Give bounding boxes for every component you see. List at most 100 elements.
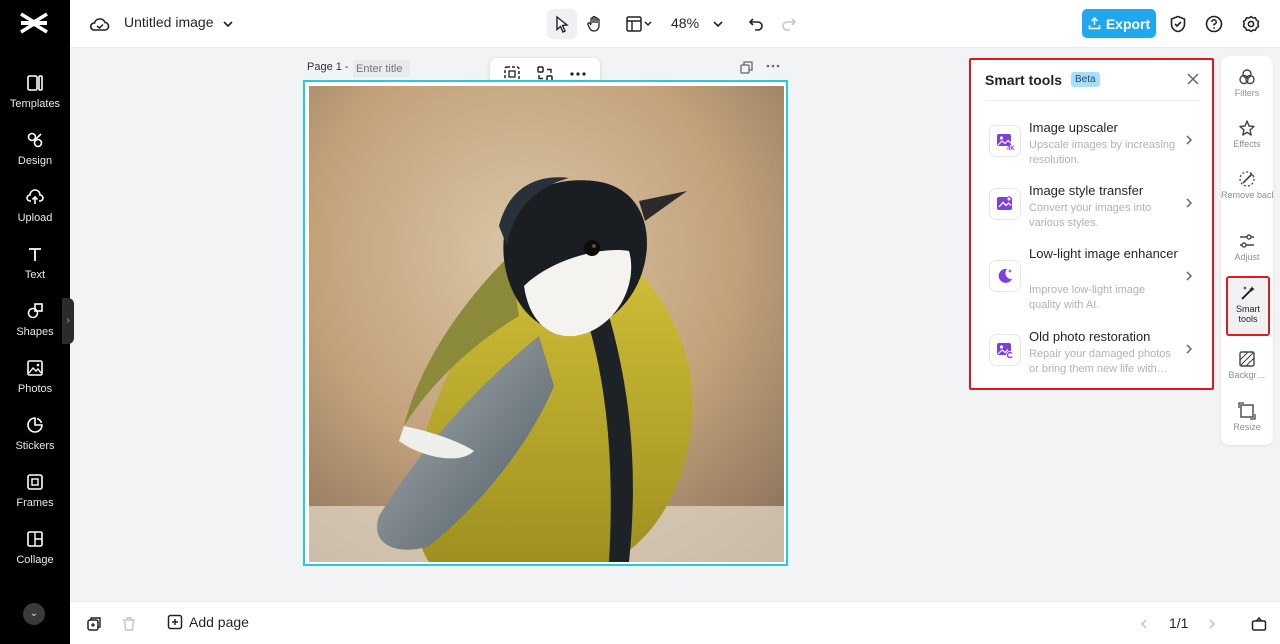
prev-page-icon[interactable] bbox=[1132, 612, 1156, 636]
smart-tools-panel: Smart tools Beta 4K Image upscaler Upsca… bbox=[969, 58, 1214, 390]
tool-desc: Convert your images into various styles. bbox=[1029, 202, 1152, 229]
moon-icon bbox=[989, 260, 1021, 292]
collage-icon bbox=[27, 531, 43, 547]
briefcase-icon[interactable] bbox=[1247, 612, 1271, 636]
right-rail: Filters Effects Remove backgr… Adjust Sm… bbox=[1221, 56, 1273, 445]
chevron-right-icon bbox=[1186, 271, 1193, 281]
style-transfer-icon bbox=[989, 188, 1021, 220]
photos-icon bbox=[27, 360, 43, 376]
layout-menu-button[interactable] bbox=[620, 9, 660, 39]
document-title[interactable]: Untitled image bbox=[124, 14, 214, 30]
undo-icon[interactable] bbox=[744, 12, 768, 36]
filters-icon bbox=[1239, 69, 1255, 85]
sidebar-item-stickers[interactable]: Stickers bbox=[0, 412, 70, 462]
redo-icon[interactable] bbox=[777, 12, 801, 36]
tool-name: Old photo restoration bbox=[1029, 329, 1151, 344]
rail-item-smart-tools[interactable]: Smart tools bbox=[1226, 276, 1270, 336]
bird-photo[interactable] bbox=[309, 86, 784, 562]
export-icon bbox=[1088, 17, 1101, 30]
tool-desc: Upscale images by increasing resolution. bbox=[1029, 139, 1176, 166]
chevron-down-icon[interactable] bbox=[216, 12, 240, 36]
capcut-logo-icon[interactable] bbox=[18, 10, 50, 36]
help-icon[interactable] bbox=[1202, 12, 1226, 36]
layout-icon bbox=[626, 16, 652, 32]
effects-icon bbox=[1239, 120, 1255, 136]
trash-icon[interactable] bbox=[117, 612, 141, 636]
tool-desc: Repair your damaged photos or bring them… bbox=[1029, 348, 1171, 375]
upload-icon bbox=[26, 189, 44, 204]
resize-icon bbox=[1238, 402, 1256, 420]
tool-name: Low-light image enhancer bbox=[1029, 246, 1178, 261]
design-icon bbox=[27, 132, 43, 148]
sidebar-item-label: Design bbox=[17, 155, 53, 167]
sidebar-item-label: Upload bbox=[17, 212, 53, 224]
cursor-icon bbox=[556, 15, 569, 33]
top-bar: Untitled image 48% Export bbox=[70, 0, 1280, 48]
chevron-right-icon bbox=[1186, 198, 1193, 208]
rail-item-adjust[interactable]: Adjust bbox=[1221, 232, 1273, 262]
background-icon bbox=[1239, 351, 1255, 367]
rail-item-filters[interactable]: Filters bbox=[1221, 68, 1273, 98]
sidebar-item-label: Frames bbox=[16, 497, 54, 509]
text-icon bbox=[29, 248, 41, 261]
duplicate-page-icon[interactable] bbox=[740, 61, 753, 77]
sidebar-item-text[interactable]: Text bbox=[0, 241, 70, 291]
rail-item-effects[interactable]: Effects bbox=[1221, 119, 1273, 149]
left-sidebar: Templates Design Upload Text Shapes Phot… bbox=[0, 0, 74, 644]
beta-badge: Beta bbox=[1071, 72, 1100, 87]
page-title-input[interactable] bbox=[353, 60, 410, 77]
page-counter: 1/1 bbox=[1169, 615, 1189, 631]
rail-label: Resize bbox=[1233, 422, 1261, 432]
sidebar-item-shapes[interactable]: Shapes bbox=[0, 298, 70, 348]
canvas-page[interactable] bbox=[303, 80, 788, 566]
rail-item-resize[interactable]: Resize bbox=[1221, 402, 1273, 432]
zoom-chevron-down-icon[interactable] bbox=[706, 12, 730, 36]
shield-icon[interactable] bbox=[1166, 12, 1190, 36]
tool-name: Image style transfer bbox=[1029, 183, 1144, 198]
sidebar-item-design[interactable]: Design bbox=[0, 127, 70, 177]
export-button[interactable]: Export bbox=[1082, 9, 1156, 38]
rail-label: Adjust bbox=[1234, 252, 1260, 262]
zoom-level[interactable]: 48% bbox=[671, 15, 699, 31]
sidebar-item-templates[interactable]: Templates bbox=[0, 70, 70, 120]
rail-label: Effects bbox=[1233, 139, 1261, 149]
rail-item-background[interactable]: Backgr… bbox=[1221, 350, 1273, 380]
rail-label: Backgr… bbox=[1228, 370, 1266, 380]
close-icon[interactable] bbox=[1185, 71, 1201, 87]
hand-tool-button[interactable] bbox=[580, 9, 610, 39]
next-page-icon[interactable] bbox=[1200, 612, 1224, 636]
add-page-button[interactable]: Add page bbox=[167, 614, 249, 630]
shapes-icon bbox=[27, 303, 43, 319]
tool-desc: Improve low-light image quality with AI. bbox=[1029, 284, 1146, 311]
export-label: Export bbox=[1105, 15, 1151, 32]
bottom-bar: Add page 1/1 bbox=[70, 601, 1280, 644]
avatar[interactable]: ⌄ bbox=[23, 603, 45, 625]
panel-title: Smart tools bbox=[985, 72, 1063, 88]
sidebar-item-upload[interactable]: Upload bbox=[0, 184, 70, 234]
sidebar-item-label: Stickers bbox=[15, 440, 55, 452]
cloud-icon[interactable] bbox=[88, 12, 112, 36]
sidebar-item-frames[interactable]: Frames bbox=[0, 469, 70, 519]
settings-gear-icon[interactable] bbox=[1239, 12, 1263, 36]
divider bbox=[985, 100, 1200, 101]
sidebar-item-label: Shapes bbox=[16, 326, 54, 338]
add-page-label: Add page bbox=[189, 614, 249, 630]
select-tool-button[interactable] bbox=[547, 9, 577, 39]
rail-label: Smart tools bbox=[1235, 304, 1260, 324]
chevron-right-icon bbox=[1186, 135, 1193, 145]
adjust-icon bbox=[1240, 234, 1254, 248]
sidebar-collapse-handle[interactable]: › bbox=[62, 298, 74, 344]
sidebar-item-label: Text bbox=[24, 269, 46, 281]
sidebar-item-photos[interactable]: Photos bbox=[0, 355, 70, 405]
photo-restore-icon bbox=[989, 334, 1021, 366]
svg-text:4K: 4K bbox=[1007, 146, 1015, 151]
remove-background-icon bbox=[1239, 171, 1255, 187]
page-more-icon[interactable] bbox=[766, 58, 780, 72]
tool-name: Image upscaler bbox=[1029, 120, 1118, 135]
rail-item-remove-background[interactable]: Remove backgr… bbox=[1221, 170, 1273, 200]
sidebar-item-label: Photos bbox=[17, 383, 53, 395]
sidebar-item-collage[interactable]: Collage bbox=[0, 526, 70, 576]
layers-icon[interactable] bbox=[82, 612, 106, 636]
templates-icon bbox=[27, 75, 43, 91]
rail-label: Remove backgr… bbox=[1221, 190, 1273, 200]
